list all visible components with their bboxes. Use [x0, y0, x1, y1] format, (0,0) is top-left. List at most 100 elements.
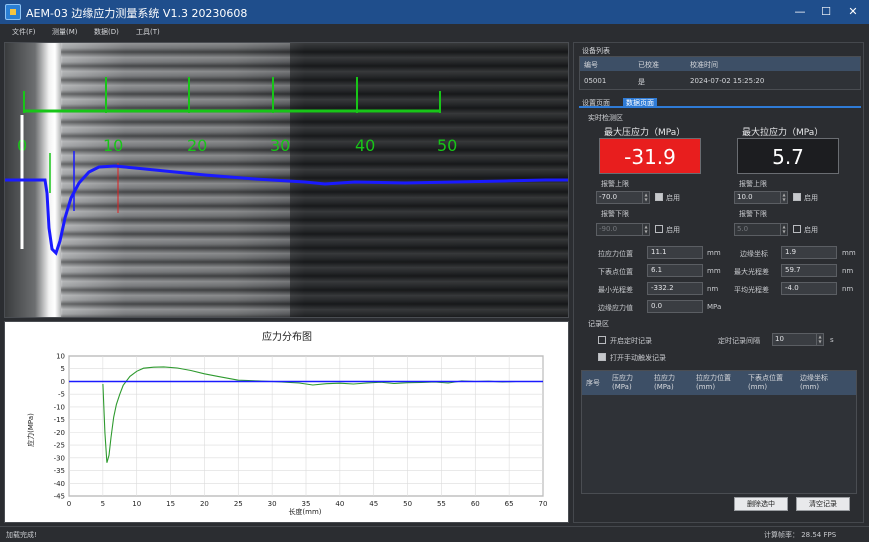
- y-tick-label: -30: [54, 454, 65, 462]
- tensile-position-unit: mm: [707, 249, 721, 257]
- minimize-button[interactable]: —: [790, 3, 810, 21]
- y-tick-label: 0: [61, 378, 65, 386]
- ruler-label-40: 40: [355, 136, 375, 155]
- record-interval-stepper[interactable]: 10 ▲ ▼: [772, 333, 824, 346]
- rec-col-edge-coord: 边缘坐标 (mm): [800, 374, 828, 391]
- x-tick-label: 40: [335, 500, 344, 508]
- avg-opd-unit: nm: [842, 285, 854, 293]
- tens-alarm-upper-stepper[interactable]: 10.0 ▲ ▼: [734, 191, 788, 204]
- ruler-label-10: 10: [103, 136, 123, 155]
- device-row-calibrated[interactable]: 是: [638, 77, 645, 87]
- x-tick-label: 20: [200, 500, 209, 508]
- x-tick-label: 50: [403, 500, 412, 508]
- x-tick-label: 45: [369, 500, 378, 508]
- status-message: 加载完成!: [6, 531, 37, 539]
- tens-alarm-lower-stepper[interactable]: 5.0 ▲ ▼: [734, 223, 788, 236]
- min-opd-label: 最小光程差: [598, 286, 633, 294]
- edge-stress-label: 边缘应力值: [598, 304, 633, 312]
- comp-lower-enable-checkbox[interactable]: [655, 225, 663, 233]
- status-bar: 加载完成! 计算帧率： 28.54 FPS: [0, 526, 869, 542]
- window-title: AEM-03 边缘应力测量系统 V1.3 20230608: [26, 7, 248, 20]
- device-row-time[interactable]: 2024-07-02 15:25:20: [690, 77, 764, 85]
- stress-chart: 应力分布图 长度(mm) 应力(MPa) 0 5 10 15 20 25 30 35 40 45 5…: [26, 330, 547, 516]
- camera-stress-curve: [5, 164, 568, 256]
- y-tick-label: -20: [54, 429, 65, 437]
- tens-alarm-upper-label: 报警上限: [739, 180, 767, 188]
- tab-settings[interactable]: 设置页面: [579, 98, 613, 108]
- stepper-arrows-icon: ▲ ▼: [780, 192, 787, 203]
- comp-alarm-lower-label: 报警下限: [601, 210, 629, 218]
- device-table: 编号 已校准 校准时间 05001 是 2024-07-02 15:25:20: [579, 56, 861, 90]
- menu-file[interactable]: 文件(F): [12, 27, 36, 37]
- record-table: 序号 压应力 (MPa) 拉应力 (MPa) 拉应力位置 (mm) 下表点位置 …: [581, 370, 857, 494]
- menu-bar: 文件(F) 测量(M) 数据(D) 工具(T): [0, 24, 869, 40]
- device-col-calib-time: 校准时间: [690, 61, 718, 69]
- max-compressive-value: -31.9: [599, 138, 701, 174]
- timed-record-checkbox[interactable]: [598, 336, 606, 344]
- x-tick-label: 60: [471, 500, 480, 508]
- camera-view[interactable]: 0 10 20 30 40 50: [4, 42, 569, 318]
- stepper-arrows-icon: ▲ ▼: [642, 224, 649, 235]
- chart-y-axis-label: 应力(MPa): [26, 413, 35, 447]
- ruler-label-20: 20: [187, 136, 207, 155]
- device-col-calibrated: 已校准: [638, 61, 659, 69]
- rec-col-index: 序号: [586, 379, 600, 387]
- device-list-title: 设备列表: [582, 47, 610, 55]
- x-tick-label: 35: [302, 500, 311, 508]
- edge-coordinate-unit: mm: [842, 249, 856, 257]
- record-interval-label: 定时记录间隔: [718, 337, 760, 345]
- record-table-header: 序号 压应力 (MPa) 拉应力 (MPa) 拉应力位置 (mm) 下表点位置 …: [582, 371, 856, 395]
- x-tick-label: 15: [166, 500, 175, 508]
- comp-upper-enable-label: 启用: [666, 194, 680, 202]
- tens-upper-enable-label: 启用: [804, 194, 818, 202]
- max-tensile-label: 最大拉应力（MPa）: [742, 128, 824, 138]
- comp-upper-enable-checkbox[interactable]: [655, 193, 663, 201]
- ruler-label-50: 50: [437, 136, 457, 155]
- camera-overlay: 0 10 20 30 40 50: [5, 77, 568, 256]
- avg-opd-label: 平均光程差: [734, 286, 769, 294]
- comp-alarm-lower-stepper[interactable]: -90.0 ▲ ▼: [596, 223, 650, 236]
- avg-opd-field: -4.0: [781, 282, 837, 295]
- stepper-arrows-icon: ▲ ▼: [642, 192, 649, 203]
- manual-record-checkbox[interactable]: [598, 353, 606, 361]
- lower-point-field: 6.1: [647, 264, 703, 277]
- lower-point-unit: mm: [707, 267, 721, 275]
- lower-point-label: 下表点位置: [598, 268, 633, 276]
- tab-data[interactable]: 数据页面: [623, 98, 657, 108]
- y-tick-label: -10: [54, 403, 65, 411]
- tens-lower-enable-checkbox[interactable]: [793, 225, 801, 233]
- stepper-arrows-icon: ▲ ▼: [816, 334, 823, 345]
- rec-col-lower-point: 下表点位置 (mm): [748, 374, 783, 391]
- x-tick-label: 5: [101, 500, 105, 508]
- device-col-id: 编号: [584, 61, 598, 69]
- edge-stress-unit: MPa: [707, 303, 722, 311]
- max-compressive-label: 最大压应力（MPa）: [604, 128, 686, 138]
- menu-data[interactable]: 数据(D): [94, 27, 119, 37]
- maximize-button[interactable]: ☐: [816, 3, 836, 21]
- device-table-header: 编号 已校准 校准时间: [580, 57, 860, 71]
- tensile-position-field: 11.1: [647, 246, 703, 259]
- min-opd-unit: nm: [707, 285, 719, 293]
- tens-upper-enable-checkbox[interactable]: [793, 193, 801, 201]
- realtime-section-title: 实时检测区: [588, 114, 623, 122]
- menu-measure[interactable]: 测量(M): [52, 27, 78, 37]
- x-tick-label: 55: [437, 500, 446, 508]
- title-bar: AEM-03 边缘应力测量系统 V1.3 20230608 — ☐ ✕: [0, 0, 869, 24]
- comp-alarm-upper-stepper[interactable]: -70.0 ▲ ▼: [596, 191, 650, 204]
- device-row-id[interactable]: 05001: [584, 77, 606, 85]
- close-button[interactable]: ✕: [843, 3, 863, 21]
- x-tick-label: 65: [505, 500, 514, 508]
- comp-alarm-upper-label: 报警上限: [601, 180, 629, 188]
- clear-records-button[interactable]: 清空记录: [796, 497, 850, 511]
- max-opd-field: 59.7: [781, 264, 837, 277]
- y-tick-label: -25: [54, 442, 65, 450]
- rec-col-compressive: 压应力 (MPa): [612, 374, 633, 391]
- y-tick-label: 5: [61, 365, 65, 373]
- ruler-label-30: 30: [270, 136, 290, 155]
- max-opd-label: 最大光程差: [734, 268, 769, 276]
- chart-x-axis-label: 长度(mm): [288, 507, 321, 516]
- menu-tools[interactable]: 工具(T): [136, 27, 160, 37]
- y-tick-label: -5: [58, 391, 65, 399]
- delete-selected-button[interactable]: 删除选中: [734, 497, 788, 511]
- stepper-arrows-icon: ▲ ▼: [780, 224, 787, 235]
